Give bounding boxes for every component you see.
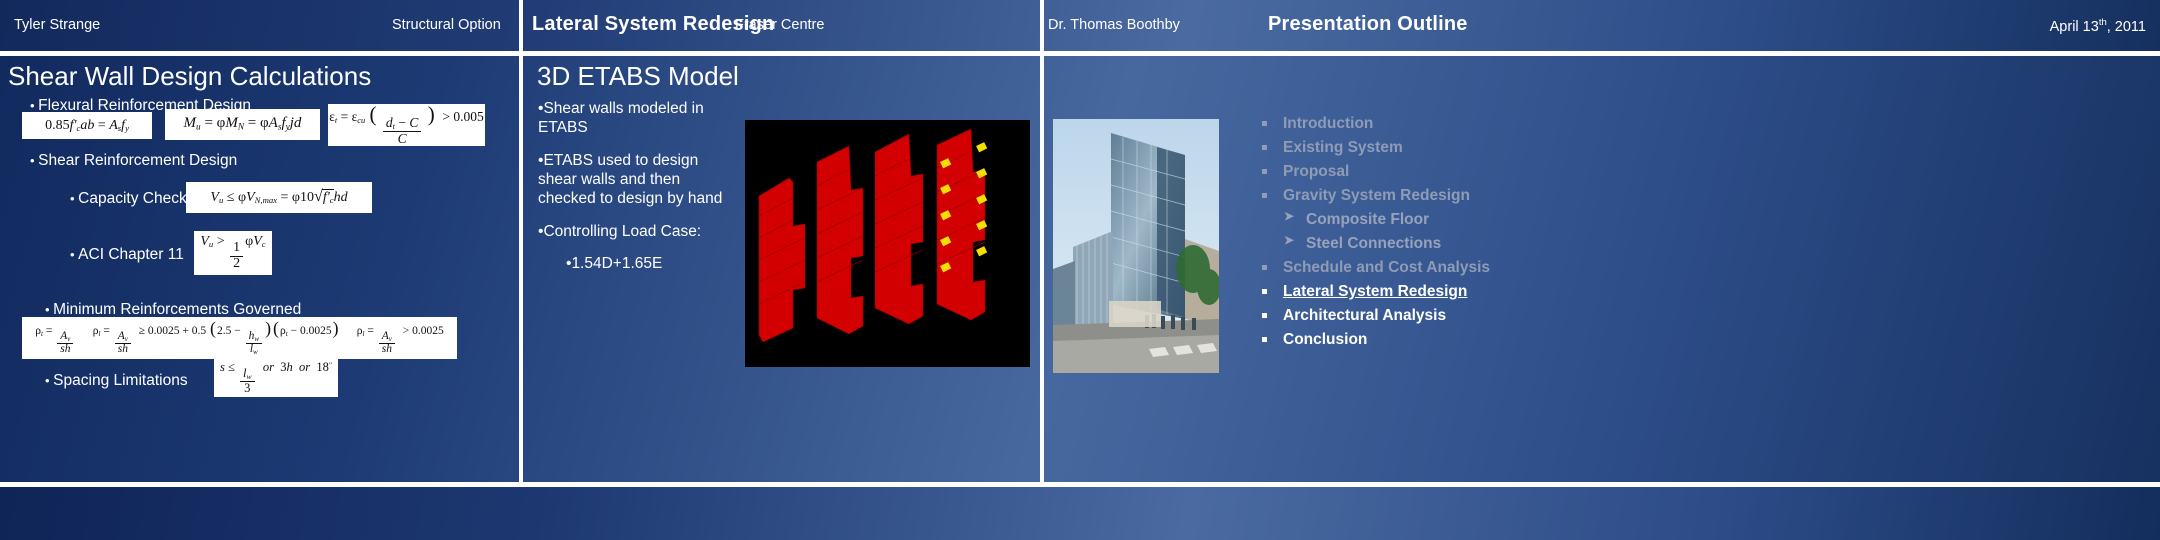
formula-moment-capacity: Mu = φMN = φAsfyjd — [165, 109, 320, 140]
formula-minimum-reinforcement-ratios: ρt = Av sh ρl = Av sh ≥ 0.0025 + 0.5 (2.5 … — [22, 317, 457, 359]
etabs-model-svg — [745, 120, 1030, 367]
footer-project-name: Fraser Centre — [735, 17, 825, 33]
formula-min-shear-threshold: Vu > 1 2 φVc — [194, 231, 272, 275]
bullet-spacing-limitations: Spacing Limitations — [45, 372, 187, 390]
outline-item-architectural-analysis[interactable]: Architectural Analysis — [1258, 308, 1490, 324]
outline-item-steel-connections[interactable]: Steel Connections — [1258, 234, 1490, 252]
column-divider-right — [1040, 0, 1044, 540]
presentation-outline-list: Introduction Existing System Proposal Gr… — [1258, 116, 1490, 356]
mid-panel-heading: 3D ETABS Model — [537, 61, 739, 91]
left-panel-heading: Shear Wall Design Calculations — [8, 61, 372, 91]
footer-presenter-name: Tyler Strange — [14, 17, 101, 33]
formula-spacing-limit: s ≤ lw 3 or 3h or 18" — [214, 359, 338, 397]
footer-advisor-name: Dr. Thomas Boothby — [1048, 17, 1180, 33]
column-divider-left — [519, 0, 523, 540]
bullet-controlling-load-case: •Controlling Load Case: — [538, 222, 702, 240]
outline-item-introduction[interactable]: Introduction — [1258, 116, 1490, 132]
outline-item-schedule-and-cost-analysis[interactable]: Schedule and Cost Analysis — [1258, 260, 1490, 276]
outline-item-proposal[interactable]: Proposal — [1258, 164, 1490, 180]
bullet-load-case-value: •1.54D+1.65E — [566, 255, 663, 273]
slide-body: Shear Wall Design Calculations Flexural … — [0, 56, 2160, 482]
bullet-shear-walls-modeled: •Shear walls modeled in ETABS — [538, 100, 704, 136]
footer-date: April 13th, 2011 — [2050, 17, 2146, 35]
formula-tensile-strain-check: εt = εcu ( dt − CC ) > 0.005 — [328, 101, 485, 147]
building-rendering-svg — [1053, 119, 1219, 373]
outline-item-conclusion[interactable]: Conclusion — [1258, 332, 1490, 348]
footer-date-year: , 2011 — [2106, 18, 2146, 35]
footer-date-main: April 13 — [2049, 18, 2099, 35]
bullet-aci-chapter-11: ACI Chapter 11 — [70, 246, 184, 264]
presentation-slide: Lateral System Redesign Presentation Out… — [0, 0, 2160, 540]
bullet-capacity-check: Capacity Check — [70, 190, 187, 208]
footer-band — [0, 487, 2160, 540]
bullet-etabs-used-to-design: •ETABS used to design shear walls and th… — [538, 151, 723, 207]
outline-item-lateral-system-redesign[interactable]: Lateral System Redesign — [1258, 284, 1490, 300]
outline-item-gravity-system-redesign[interactable]: Gravity System Redesign — [1258, 188, 1490, 204]
outline-item-composite-floor[interactable]: Composite Floor — [1258, 210, 1490, 228]
footer-option: Structural Option — [392, 17, 501, 33]
etabs-3d-model-image — [745, 120, 1030, 367]
formula-max-shear-capacity: Vu ≤ φVN,max = φ10√f'chd — [186, 182, 372, 213]
formula-flexural-equilibrium: 0.85f'cab = Asfy — [22, 112, 152, 139]
bullet-shear-reinforcement-design: Shear Reinforcement Design — [30, 152, 237, 170]
building-rendering-photo — [1053, 119, 1219, 373]
header-title-presentation-outline: Presentation Outline — [1268, 13, 1468, 35]
outline-item-existing-system[interactable]: Existing System — [1258, 140, 1490, 156]
mid-panel-bullet-list: •Shear walls modeled in ETABS •ETABS use… — [538, 100, 726, 288]
footer-date-suffix: th — [2098, 17, 2107, 28]
